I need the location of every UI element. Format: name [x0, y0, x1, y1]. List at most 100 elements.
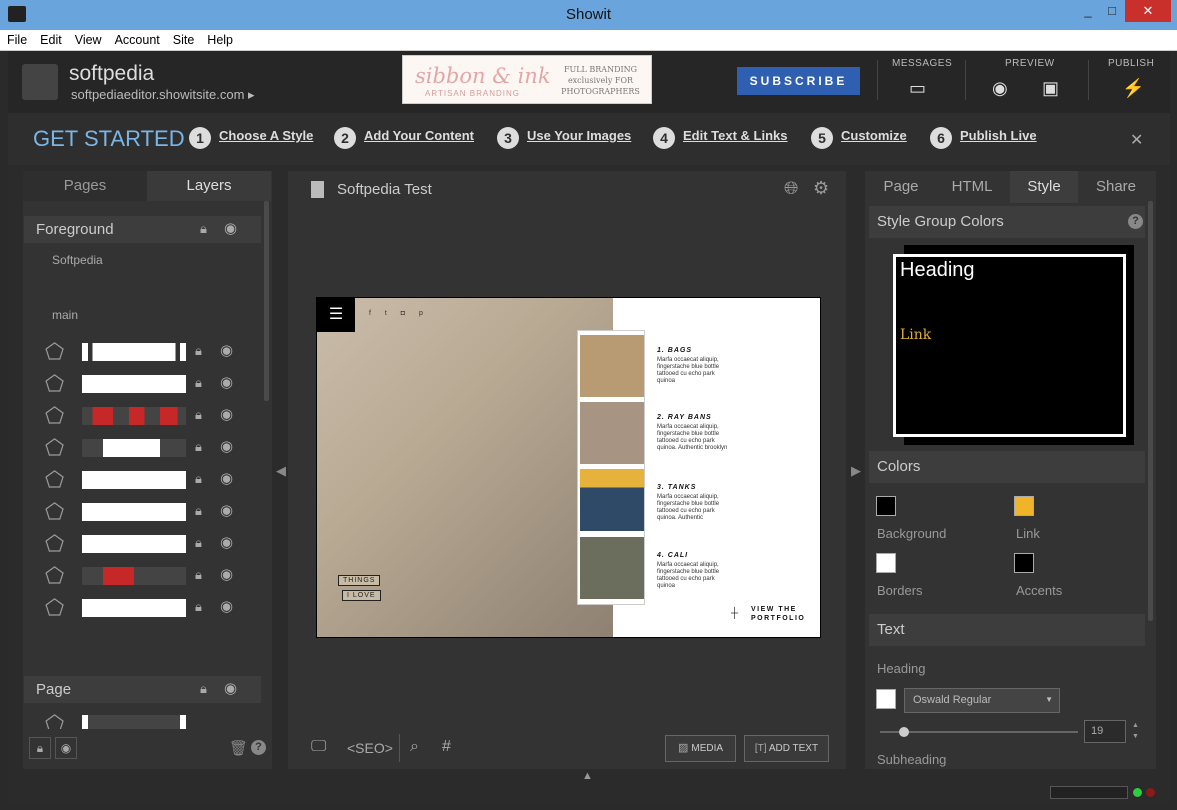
size-input[interactable]: 19 [1084, 720, 1126, 743]
layer-softpedia[interactable]: Softpedia [52, 253, 103, 267]
layer-row[interactable]: ⬠ 🔒︎ ◉ [45, 341, 245, 363]
eye-icon[interactable]: ◉ [992, 78, 1008, 99]
lock-icon[interactable]: 🔒︎ [195, 503, 202, 519]
eye-icon[interactable]: ◉ [224, 219, 237, 237]
grid-icon[interactable]: # [442, 738, 451, 756]
tab-html[interactable]: HTML [936, 171, 1008, 203]
cali-image[interactable] [580, 537, 644, 599]
background-swatch[interactable] [876, 496, 896, 516]
eye-icon[interactable]: ◉ [220, 469, 233, 487]
search-icon[interactable]: ⌕ [410, 738, 419, 756]
lock-icon[interactable]: 🔒︎ [195, 567, 202, 583]
menu-view[interactable]: View [68, 30, 108, 47]
eye-icon[interactable]: ◉ [220, 437, 233, 455]
view-portfolio-link[interactable]: VIEW THE PORTFOLIO [751, 605, 805, 623]
item-desc[interactable]: Marfa occaecat aliquip, fingerstache blu… [657, 357, 732, 385]
right-scrollbar[interactable] [1148, 201, 1153, 621]
size-stepper[interactable]: ▲ ▼ [1132, 720, 1139, 742]
layer-row[interactable]: ⬠ 🔒︎ ◉ [45, 533, 245, 555]
lock-icon[interactable]: 🔒︎ [195, 471, 202, 487]
tanks-image[interactable] [580, 469, 644, 531]
things-tag[interactable]: THINGS [338, 575, 381, 586]
eye-icon[interactable]: ◉ [220, 533, 233, 551]
step-use-images-link[interactable]: Use Your Images [527, 128, 631, 143]
raybans-image[interactable] [580, 402, 644, 464]
hamburger-menu-icon[interactable]: ☰ [317, 298, 355, 332]
collapse-right-icon[interactable]: ▶ [851, 463, 861, 479]
tab-share[interactable]: Share [1080, 171, 1152, 203]
gear-icon[interactable]: ⚙ [813, 178, 829, 199]
eye-icon[interactable]: ◉ [220, 597, 233, 615]
lock-all-icon[interactable]: 🔒︎ [29, 737, 51, 759]
borders-swatch[interactable] [876, 553, 896, 573]
lock-icon[interactable]: 🔒︎ [200, 681, 207, 697]
menu-file[interactable]: File [0, 30, 33, 47]
font-select[interactable]: Oswald Regular ▼ [904, 688, 1060, 713]
step-edit-text-link[interactable]: Edit Text & Links [683, 128, 788, 143]
tab-style[interactable]: Style [1010, 171, 1078, 203]
layer-row[interactable]: ⬠ 🔒︎ ◉ [45, 437, 245, 459]
eye-icon[interactable]: ◉ [220, 341, 233, 359]
layer-main[interactable]: main [52, 308, 78, 322]
lock-icon[interactable]: 🔒︎ [195, 535, 202, 551]
trash-icon[interactable]: 🗑︎ [229, 739, 248, 757]
expand-up-icon[interactable]: ▲ [582, 770, 593, 782]
left-scrollbar[interactable] [264, 201, 269, 401]
accents-swatch[interactable] [1014, 553, 1034, 573]
maximize-button[interactable]: □ [1099, 0, 1125, 22]
size-slider-handle[interactable] [899, 727, 909, 737]
lock-icon[interactable]: 🔒︎ [195, 407, 202, 423]
eye-icon[interactable]: ◉ [220, 565, 233, 583]
subscribe-button[interactable]: SUBSCRIBE [737, 67, 860, 95]
close-window-button[interactable]: ✕ [1125, 0, 1171, 22]
tab-layers[interactable]: Layers [147, 171, 271, 201]
menu-help[interactable]: Help [200, 30, 239, 47]
item-desc[interactable]: Marfa occaecat aliquip, fingerstache blu… [657, 562, 732, 590]
help-icon[interactable]: ? [251, 740, 266, 755]
site-url-link[interactable]: softpediaeditor.showitsite.com ▸ [71, 87, 255, 103]
show-all-icon[interactable]: ◉ [55, 737, 77, 759]
layer-row[interactable]: ⬠ 🔒︎ ◉ [45, 597, 245, 619]
item-title[interactable]: 1. BAGS [657, 347, 692, 354]
minimize-button[interactable]: _ [1075, 0, 1101, 22]
globe-icon[interactable]: 🌐︎ [784, 178, 798, 199]
menu-site[interactable]: Site [166, 30, 201, 47]
hero-photo[interactable] [317, 298, 613, 637]
eye-icon[interactable]: ◉ [220, 501, 233, 519]
tab-pages[interactable]: Pages [23, 171, 147, 201]
lock-icon[interactable]: 🔒︎ [195, 343, 202, 359]
lock-icon[interactable]: 🔒︎ [195, 439, 202, 455]
layer-row[interactable]: ⬠ 🔒︎ ◉ [45, 565, 245, 587]
item-desc[interactable]: Marfa occaecat aliquip, fingerstache blu… [657, 424, 732, 452]
bags-image[interactable] [580, 335, 644, 397]
seo-button[interactable]: <SEO> [347, 740, 393, 756]
lock-icon[interactable]: 🔒︎ [195, 599, 202, 615]
step-publish-live-link[interactable]: Publish Live [960, 128, 1037, 143]
foreground-section[interactable]: Foreground 🔒︎ ◉ [24, 216, 261, 243]
link-swatch[interactable] [1014, 496, 1034, 516]
item-desc[interactable]: Marfa occaecat aliquip, fingerstache blu… [657, 494, 732, 522]
size-slider-track[interactable] [880, 731, 1078, 733]
menu-account[interactable]: Account [108, 30, 166, 47]
layer-row[interactable]: ⬠ [45, 713, 245, 729]
item-title[interactable]: 2. RAY BANS [657, 414, 712, 421]
eye-icon[interactable]: ◉ [220, 405, 233, 423]
lock-icon[interactable]: 🔒︎ [200, 221, 207, 237]
lightning-icon[interactable]: ⚡ [1122, 78, 1144, 99]
lock-icon[interactable]: 🔒︎ [195, 375, 202, 391]
page-canvas[interactable]: ☰ f t ◘ p THINGS I LOVE 1. BAGS Marfa oc… [316, 297, 821, 638]
ilove-tag[interactable]: I LOVE [342, 590, 381, 601]
ad-banner[interactable]: sibbon & ink ARTISAN BRANDING FULL BRAND… [402, 55, 652, 104]
layer-row[interactable]: ⬠ 🔒︎ ◉ [45, 373, 245, 395]
eye-icon[interactable]: ◉ [220, 373, 233, 391]
desktop-view-icon[interactable]: 🖵︎ [311, 738, 326, 756]
heading-color-swatch[interactable] [876, 689, 896, 709]
media-button[interactable]: ▨ MEDIA [665, 735, 736, 762]
collapse-left-icon[interactable]: ◀ [276, 463, 286, 479]
eye-icon[interactable]: ◉ [224, 679, 237, 697]
tab-page[interactable]: Page [868, 171, 934, 203]
item-title[interactable]: 4. CALI [657, 552, 688, 559]
add-text-button[interactable]: [T] ADD TEXT [744, 735, 829, 762]
layer-row[interactable]: ⬠ 🔒︎ ◉ [45, 501, 245, 523]
inbox-icon[interactable]: ▭ [909, 78, 926, 99]
